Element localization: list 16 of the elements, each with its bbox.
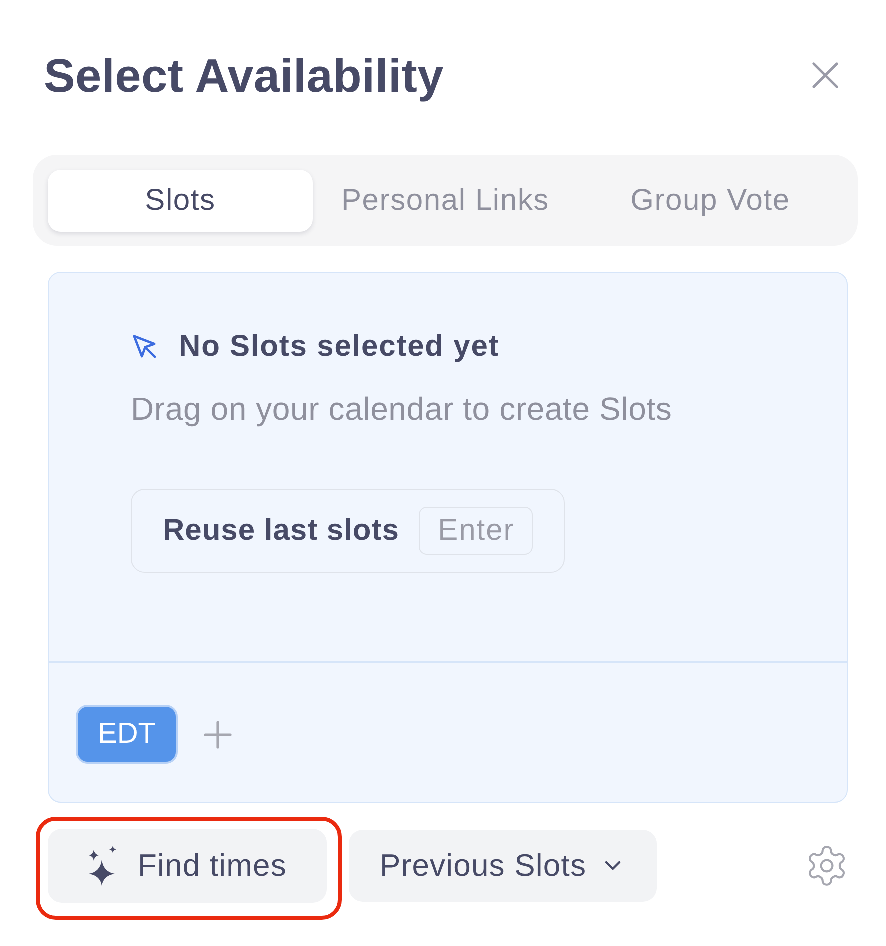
empty-state-heading: No Slots selected yet [179,329,500,365]
reuse-button-label: Reuse last slots [163,514,400,548]
find-times-label: Find times [138,848,287,884]
cursor-icon [133,335,157,359]
chevron-down-icon [604,861,621,871]
tab[interactable]: Slots [48,170,313,232]
reuse-last-slots-button[interactable]: Reuse last slots Enter [131,489,565,573]
dialog-title: Select Availability [44,49,444,102]
plus-icon[interactable] [204,720,232,748]
close-icon[interactable] [812,62,839,89]
shortcut-key: Enter [419,507,534,555]
find-times-button[interactable]: Find times [48,829,327,903]
settings-icon[interactable] [807,846,847,886]
empty-state-description: Drag on your calendar to create Slots [131,391,672,427]
previous-slots-label: Previous Slots [380,848,587,884]
previous-slots-dropdown[interactable]: Previous Slots [349,830,657,902]
